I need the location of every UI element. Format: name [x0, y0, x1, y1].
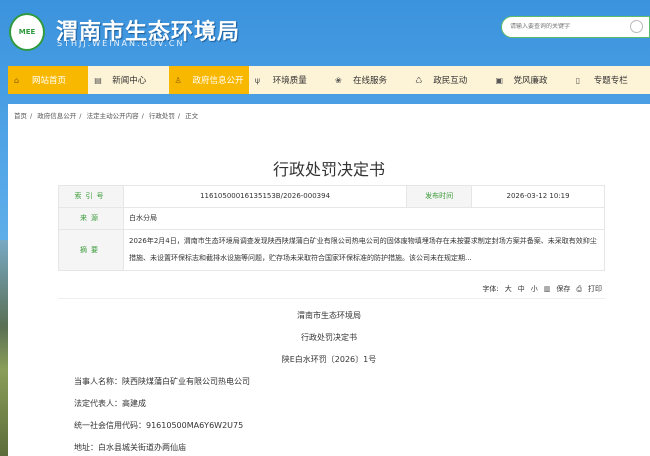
crumb-gov-info[interactable]: 政府信息公开: [37, 112, 76, 120]
summary-value: 2026年2月4日，渭南市生态环境局调查发现陕西陕煤蒲白矿业有限公司热电公司的固…: [123, 229, 605, 271]
body-address: 地址：白水县城关街道办两仙庙: [74, 443, 186, 452]
body-rep: 法定代表人：高建成: [74, 399, 146, 408]
crumb-home[interactable]: 首页: [14, 112, 27, 120]
nav-label: 党风廉政: [513, 76, 548, 86]
body-credit: 统一社会信用代码：91610500MA6Y6W2U75: [74, 421, 244, 430]
save-icon: ▥: [543, 285, 551, 293]
nav-interaction[interactable]: ♺ 政民互动: [409, 66, 489, 94]
font-large[interactable]: 大: [505, 284, 512, 294]
nav-label: 新闻中心: [112, 76, 147, 86]
search-box: [501, 16, 650, 38]
body-org: 渭南市生态环境局: [297, 311, 361, 320]
date-label: 发布时间: [406, 185, 473, 208]
phone-icon: ▯: [575, 75, 581, 85]
nav-label: 政民互动: [433, 76, 468, 86]
print-icon: ⎙: [576, 284, 582, 293]
site-url: STHJJ.WEINAN.GOV.CN: [57, 39, 185, 48]
nav-integrity[interactable]: ▣ 党风廉政: [490, 66, 570, 94]
save-button[interactable]: 保存: [556, 284, 570, 294]
nav-topics[interactable]: ▯ 专题专栏: [570, 66, 650, 94]
nav-label: 环境质量: [272, 76, 307, 86]
crumb-statutory[interactable]: 法定主动公开内容: [87, 112, 139, 120]
search-icon[interactable]: [630, 20, 643, 33]
nav-label: 政府信息公开: [192, 76, 244, 86]
index-value: 11610500016135153B/2026-000394: [122, 185, 408, 208]
index-label: 索引号: [58, 185, 124, 208]
service-icon: ❀: [335, 75, 342, 85]
body-party: 当事人名称：陕西陕煤蒲白矿业有限公司热电公司: [74, 377, 250, 386]
inbox-icon: ▣: [495, 75, 504, 85]
body-doc-type: 行政处罚决定书: [301, 333, 357, 342]
nav-gov-info[interactable]: ♙ 政府信息公开: [168, 66, 249, 94]
home-icon: ⌂: [14, 75, 20, 85]
site-header: MEE 渭南市生态环境局 STHJJ.WEINAN.GOV.CN: [0, 0, 650, 64]
body-doc-no: 陕E白水环罚〔2026〕1号: [281, 355, 377, 364]
plant-icon: ψ: [254, 75, 261, 85]
source-value: 白水分局: [123, 207, 605, 230]
nav-online-service[interactable]: ❀ 在线服务: [329, 66, 409, 94]
page-title: 行政处罚决定书: [272, 160, 385, 179]
nav-home[interactable]: ⌂ 网站首页: [8, 66, 89, 94]
crumb-penalty[interactable]: 行政处罚: [149, 112, 175, 120]
search-input[interactable]: [510, 23, 620, 30]
logo[interactable]: MEE: [9, 13, 45, 51]
print-button[interactable]: 打印: [588, 284, 602, 294]
font-medium[interactable]: 中: [518, 284, 525, 294]
font-size-label: 字体:: [482, 285, 499, 293]
badge-icon: ♙: [174, 75, 182, 85]
nav-label: 专题专栏: [593, 76, 628, 86]
date-value: 2026-03-12 10:19: [471, 185, 605, 208]
source-label: 来源: [58, 207, 124, 230]
meta-table: 索引号 11610500016135153B/2026-000394 发布时间 202…: [58, 185, 605, 271]
breadcrumb: 首页 / 政府信息公开 / 法定主动公开内容 / 行政处罚 / 正文: [14, 112, 199, 120]
font-small[interactable]: 小: [531, 284, 538, 294]
news-icon: ▤: [94, 75, 102, 85]
nav-label: 在线服务: [353, 76, 388, 86]
divider: [58, 298, 605, 299]
crumb-current: 正文: [185, 112, 199, 120]
content-panel: 首页 / 政府信息公开 / 法定主动公开内容 / 行政处罚 / 正文 行政处罚决定书 索…: [8, 104, 650, 456]
chat-icon: ♺: [415, 75, 423, 85]
nav-env-quality[interactable]: ψ 环境质量: [249, 66, 329, 94]
main-nav: ⌂ 网站首页 ▤ 新闻中心 ♙ 政府信息公开 ψ 环境质量 ❀ 在线服务 ♺ 政民互动 ▣ 党…: [8, 66, 650, 94]
nav-news[interactable]: ▤ 新闻中心: [88, 66, 168, 94]
article-tools: 字体: 大 中 小 ▥ 保存 ⎙ 打印: [482, 284, 602, 294]
nav-label: 网站首页: [32, 76, 67, 86]
summary-label: 摘要: [58, 229, 124, 271]
